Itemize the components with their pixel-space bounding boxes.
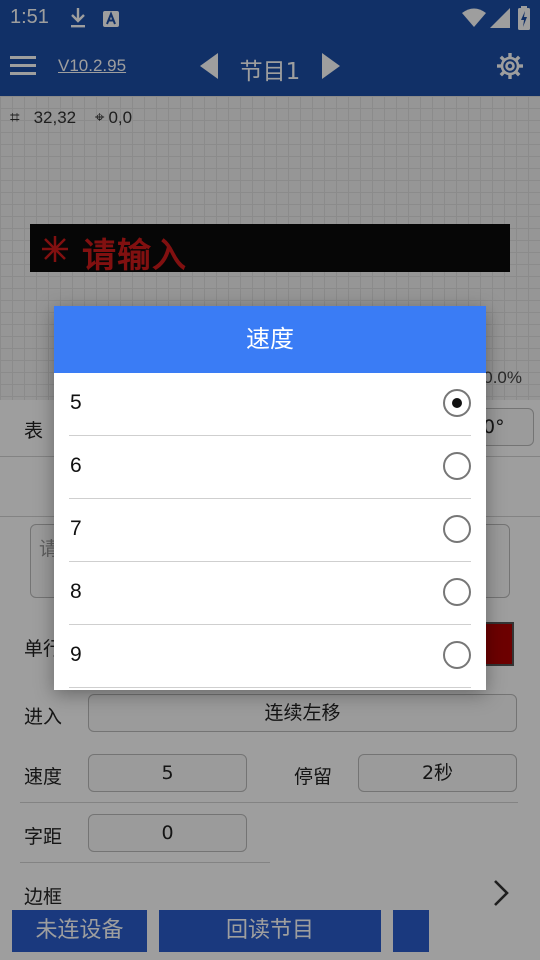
speed-option[interactable]: 8 xyxy=(69,562,471,625)
radio-unchecked-icon[interactable] xyxy=(443,515,471,543)
speed-option-list: 5 6 7 8 9 xyxy=(54,373,486,688)
speed-option-value: 8 xyxy=(70,580,82,603)
dialog-title: 速度 xyxy=(54,306,486,373)
speed-option[interactable]: 5 xyxy=(69,373,471,436)
speed-option-value: 9 xyxy=(70,643,82,666)
speed-option-value: 6 xyxy=(70,454,82,477)
speed-option[interactable]: 9 xyxy=(69,625,471,688)
speed-option-value: 7 xyxy=(70,517,82,540)
radio-checked-icon[interactable] xyxy=(443,389,471,417)
radio-unchecked-icon[interactable] xyxy=(443,452,471,480)
speed-dialog: 速度 5 6 7 8 9 xyxy=(54,306,486,690)
speed-option[interactable]: 7 xyxy=(69,499,471,562)
radio-unchecked-icon[interactable] xyxy=(443,578,471,606)
speed-option-value: 5 xyxy=(70,391,82,414)
radio-unchecked-icon[interactable] xyxy=(443,641,471,669)
speed-option[interactable]: 6 xyxy=(69,436,471,499)
